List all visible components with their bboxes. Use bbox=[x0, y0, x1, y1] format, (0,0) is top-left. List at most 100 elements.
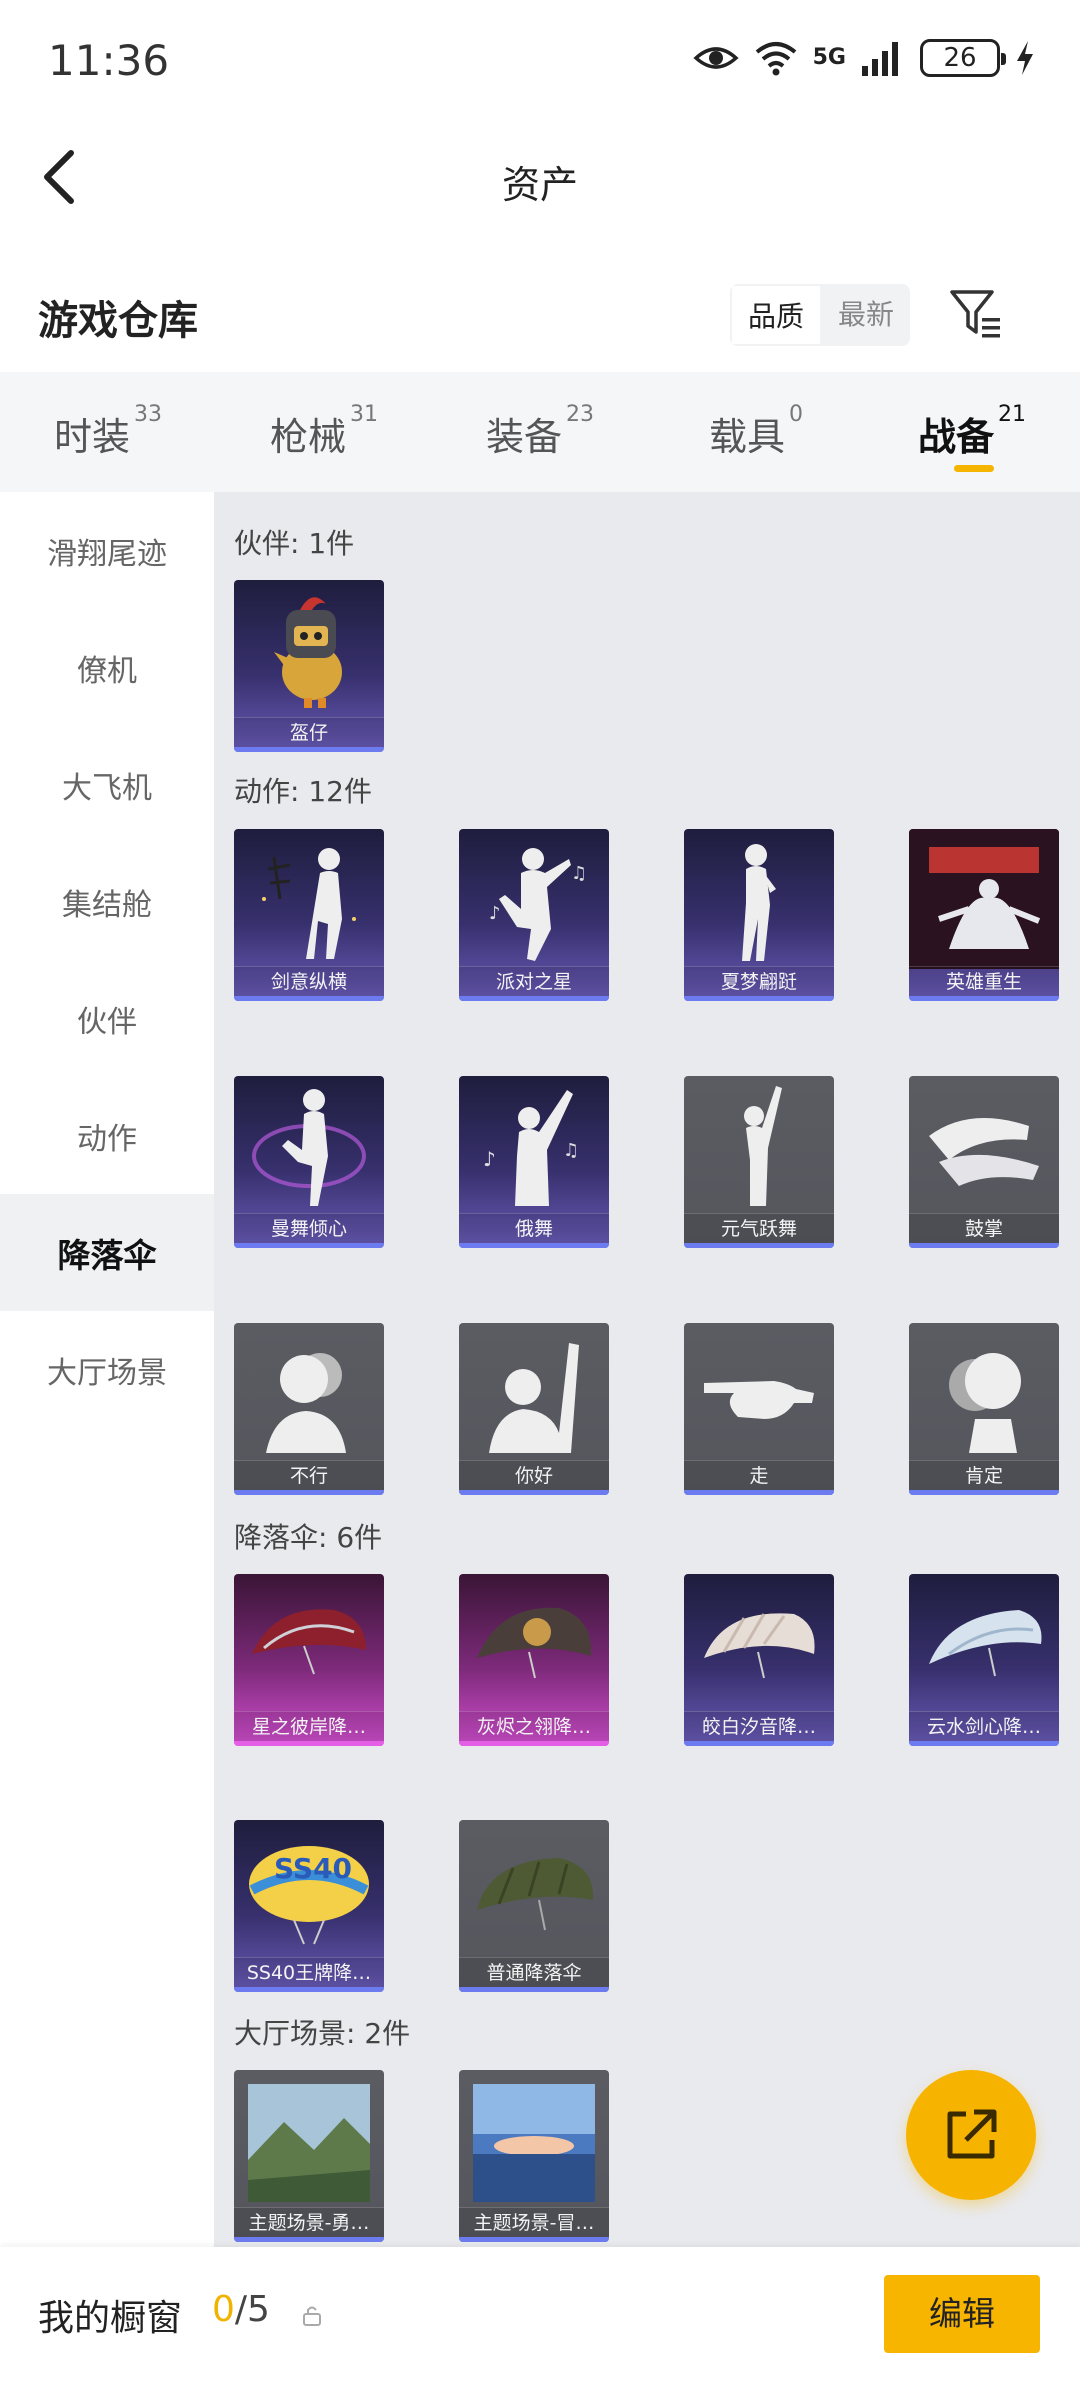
share-external-icon bbox=[947, 2109, 997, 2159]
waving-person-icon bbox=[489, 1343, 579, 1453]
showcase-label: 我的橱窗 bbox=[38, 2298, 183, 2339]
rarity-bar bbox=[459, 1490, 609, 1495]
rarity-bar bbox=[234, 2237, 384, 2242]
svg-text:♪: ♪ bbox=[489, 903, 501, 924]
dancer-silhouette-icon bbox=[744, 1086, 782, 1206]
hero-poster-icon bbox=[909, 829, 1059, 969]
item-tile[interactable]: 英雄重生 bbox=[909, 829, 1059, 1001]
sidebar-item-wingman[interactable]: 僚机 bbox=[0, 609, 214, 726]
rarity-bar bbox=[234, 1987, 384, 1992]
item-tile[interactable]: SS40 SS40王牌降… bbox=[234, 1820, 384, 1992]
item-tile[interactable]: 普通降落伞 bbox=[459, 1820, 609, 1992]
item-grid: 伙伴: 1件 盔仔 动作: 12件 剑意纵横 ♪ ♫ 派对之星 夏梦翩跹 英雄重… bbox=[214, 492, 1080, 2247]
rarity-bar bbox=[459, 1741, 609, 1746]
item-tile[interactable]: 星之彼岸降… bbox=[234, 1574, 384, 1746]
item-tile[interactable]: 鼓掌 bbox=[909, 1076, 1059, 1248]
sidebar-item-emote[interactable]: 动作 bbox=[0, 1077, 214, 1194]
item-tile[interactable]: 主题场景-勇… bbox=[234, 2070, 384, 2242]
section-title-emote: 动作: 12件 bbox=[234, 775, 372, 808]
sort-quality-button[interactable]: 品质 bbox=[730, 284, 823, 346]
svg-text:♫: ♫ bbox=[571, 863, 587, 884]
sidebar-item-lobby-scene[interactable]: 大厅场景 bbox=[0, 1311, 214, 1428]
section-title-parachute: 降落伞: 6件 bbox=[234, 1521, 383, 1554]
svg-text:♫: ♫ bbox=[563, 1140, 579, 1161]
item-name: 云水剑心降… bbox=[909, 1711, 1059, 1741]
sidebar-item-partner[interactable]: 伙伴 bbox=[0, 960, 214, 1077]
network-type-label: 5G bbox=[812, 45, 846, 70]
landscape-scene-icon bbox=[248, 2084, 370, 2202]
item-tile[interactable]: 走 bbox=[684, 1323, 834, 1495]
item-tile[interactable]: ♪ ♫ 俄舞 bbox=[459, 1076, 609, 1248]
sidebar: 滑翔尾迹 僚机 大飞机 集结舱 伙伴 动作 降落伞 大厅场景 bbox=[0, 492, 214, 2247]
item-tile[interactable]: ♪ ♫ 派对之星 bbox=[459, 829, 609, 1001]
item-tile[interactable]: 曼舞倾心 bbox=[234, 1076, 384, 1248]
tab-label: 载具 bbox=[708, 415, 785, 459]
item-name: 皎白汐音降… bbox=[684, 1711, 834, 1741]
active-tab-indicator bbox=[954, 465, 994, 472]
sidebar-item-parachute[interactable]: 降落伞 bbox=[0, 1194, 214, 1311]
item-name: 你好 bbox=[459, 1460, 609, 1490]
status-time: 11:36 bbox=[48, 36, 170, 85]
category-tabs: 时装33 枪械31 装备23 载具0 战备21 bbox=[0, 372, 1080, 492]
dancer-silhouette-icon: ♪♫ bbox=[489, 848, 587, 961]
tab-label: 枪械 bbox=[269, 415, 346, 459]
item-tile[interactable]: 剑意纵横 bbox=[234, 829, 384, 1001]
rarity-bar bbox=[459, 2237, 609, 2242]
item-name: 剑意纵横 bbox=[234, 966, 384, 996]
item-tile[interactable]: 不行 bbox=[234, 1323, 384, 1495]
item-tile[interactable]: 元气跃舞 bbox=[684, 1076, 834, 1248]
item-tile[interactable]: 主题场景-冒… bbox=[459, 2070, 609, 2242]
tab-fashion[interactable]: 时装33 bbox=[0, 372, 216, 492]
rarity-bar bbox=[459, 996, 609, 1001]
item-tile[interactable]: 你好 bbox=[459, 1323, 609, 1495]
item-name: SS40王牌降… bbox=[234, 1957, 384, 1987]
item-name: 星之彼岸降… bbox=[234, 1711, 384, 1741]
rarity-bar bbox=[234, 1490, 384, 1495]
parachute-icon bbox=[929, 1610, 1042, 1677]
rarity-bar bbox=[234, 996, 384, 1001]
tab-weapons[interactable]: 枪械31 bbox=[216, 372, 432, 492]
item-name: 曼舞倾心 bbox=[234, 1213, 384, 1243]
sidebar-item-drop-pod[interactable]: 集结舱 bbox=[0, 843, 214, 960]
tab-label: 装备 bbox=[485, 415, 562, 459]
rarity-bar bbox=[234, 1741, 384, 1746]
item-tile[interactable]: 夏梦翩跹 bbox=[684, 829, 834, 1001]
share-fab-button[interactable] bbox=[906, 2070, 1036, 2200]
item-tile[interactable]: 云水剑心降… bbox=[909, 1574, 1059, 1746]
rarity-bar bbox=[909, 996, 1059, 1001]
rarity-bar bbox=[684, 1741, 834, 1746]
item-tile[interactable]: 盔仔 bbox=[234, 580, 384, 752]
tab-count: 31 bbox=[350, 402, 378, 427]
tab-count: 0 bbox=[789, 402, 803, 427]
rarity-bar bbox=[234, 1243, 384, 1248]
filter-icon[interactable] bbox=[948, 286, 1004, 342]
page-title: 资产 bbox=[501, 163, 578, 207]
tab-equipment[interactable]: 装备23 bbox=[432, 372, 648, 492]
tab-count: 23 bbox=[566, 402, 594, 427]
item-name: 不行 bbox=[234, 1460, 384, 1490]
tab-vehicles[interactable]: 载具0 bbox=[648, 372, 864, 492]
parachute-icon bbox=[477, 1607, 592, 1679]
showcase-current: 0 bbox=[212, 2289, 235, 2330]
tab-combat-prep[interactable]: 战备21 bbox=[864, 372, 1080, 492]
item-tile[interactable]: 肯定 bbox=[909, 1323, 1059, 1495]
sort-newest-button[interactable]: 最新 bbox=[822, 284, 910, 346]
item-name: 普通降落伞 bbox=[459, 1957, 609, 1987]
tab-count: 21 bbox=[998, 402, 1026, 427]
item-name: 英雄重生 bbox=[909, 966, 1059, 996]
svg-text:♪: ♪ bbox=[483, 1147, 496, 1171]
item-name: 鼓掌 bbox=[909, 1213, 1059, 1243]
battery-indicator: 26 bbox=[920, 39, 1006, 77]
rarity-bar bbox=[459, 1243, 609, 1248]
charging-icon bbox=[1017, 41, 1033, 75]
dancer-silhouette-icon bbox=[262, 848, 356, 959]
edit-button[interactable]: 编辑 bbox=[884, 2275, 1040, 2353]
item-tile[interactable]: 灰烬之翎降… bbox=[459, 1574, 609, 1746]
tab-label: 战备 bbox=[917, 415, 994, 459]
sidebar-item-glide-trail[interactable]: 滑翔尾迹 bbox=[0, 492, 214, 609]
sidebar-item-airplane[interactable]: 大飞机 bbox=[0, 726, 214, 843]
rarity-bar bbox=[684, 1490, 834, 1495]
item-tile[interactable]: 皎白汐音降… bbox=[684, 1574, 834, 1746]
item-name: 肯定 bbox=[909, 1460, 1059, 1490]
warehouse-title: 游戏仓库 bbox=[38, 298, 198, 344]
